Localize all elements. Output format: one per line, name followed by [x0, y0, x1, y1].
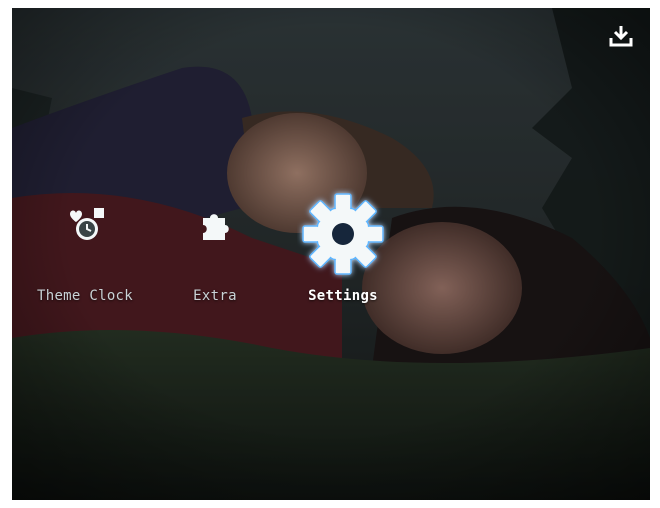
photo-frame-screen: Theme Clock Extra Settings — [12, 8, 650, 500]
theme-clock-label: Theme Clock — [36, 288, 134, 304]
gear-icon — [297, 188, 389, 280]
download-button[interactable] — [608, 24, 634, 48]
theme-clock-icon — [62, 204, 108, 246]
settings-label: Settings — [308, 288, 378, 304]
puzzle-icon — [197, 208, 233, 244]
menu-item-settings[interactable]: Settings — [294, 188, 392, 304]
extra-label: Extra — [193, 288, 237, 304]
menu-item-extra[interactable]: Extra — [170, 204, 260, 304]
download-icon — [609, 26, 633, 47]
menu-item-theme-clock[interactable]: Theme Clock — [12, 204, 158, 304]
